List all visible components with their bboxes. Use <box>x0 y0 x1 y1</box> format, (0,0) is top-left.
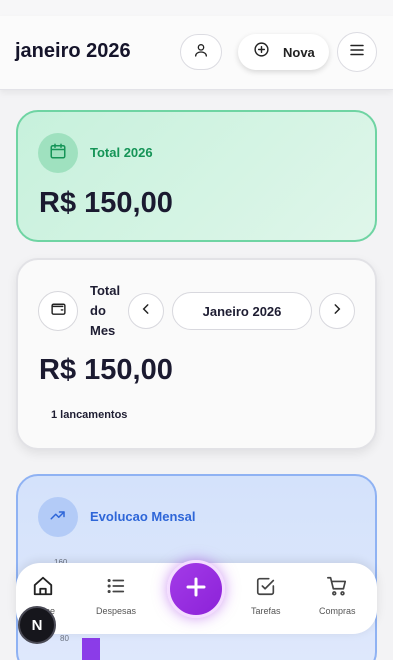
total-year-card: Total 2026 R$ 150,00 <box>16 110 377 242</box>
nav-item-tarefas[interactable]: Tarefas <box>251 575 281 616</box>
menu-button[interactable] <box>337 32 377 72</box>
previous-month-button[interactable] <box>128 293 164 329</box>
trending-up-icon <box>49 506 67 529</box>
y-tick-label: 80 <box>60 634 69 643</box>
nav-despesas-label: Despesas <box>96 606 137 616</box>
wallet-icon <box>50 300 67 322</box>
new-entry-button[interactable]: Nova <box>238 34 329 70</box>
month-total-label: Total do Mes <box>90 283 121 338</box>
nav-compras-label: Compras <box>319 606 356 616</box>
nav-item-compras[interactable]: Compras <box>319 575 356 616</box>
cart-icon <box>326 575 348 602</box>
nav-tarefas-label: Tarefas <box>251 606 281 616</box>
plus-icon <box>184 575 208 604</box>
app-header: janeiro 2026 Nova <box>0 16 393 90</box>
list-icon <box>105 575 127 602</box>
menu-icon <box>348 41 366 64</box>
chart-bar <box>82 638 100 660</box>
calendar-badge <box>38 133 78 173</box>
total-year-label: Total 2026 <box>90 145 153 160</box>
chevron-right-icon <box>330 302 344 321</box>
page-title: janeiro 2026 <box>15 40 131 62</box>
next-month-button[interactable] <box>319 293 355 329</box>
trend-badge <box>38 497 78 537</box>
plus-circle-icon <box>253 41 270 63</box>
profile-button[interactable] <box>180 34 222 70</box>
month-selector[interactable]: Janeiro 2026 <box>172 292 312 330</box>
nav-item-despesas[interactable]: Despesas <box>96 575 136 616</box>
status-strip <box>0 0 393 16</box>
month-total-amount: R$ 150,00 <box>39 354 173 386</box>
wallet-badge <box>38 291 78 331</box>
month-total-card: Total do Mes Janeiro 2026 R$ 150,00 1 la… <box>16 258 377 450</box>
new-entry-label: Nova <box>283 44 315 60</box>
chevron-left-icon <box>139 302 153 321</box>
entries-count: 1 lancamentos <box>51 409 128 421</box>
user-icon <box>193 42 209 63</box>
add-entry-fab[interactable] <box>167 560 225 618</box>
home-icon <box>32 575 54 602</box>
total-year-amount: R$ 150,00 <box>39 187 173 219</box>
n-avatar-badge[interactable]: N <box>18 606 56 644</box>
calendar-icon <box>49 142 67 165</box>
checkbox-icon <box>255 575 277 602</box>
evolution-label: Evolucao Mensal <box>90 509 196 524</box>
